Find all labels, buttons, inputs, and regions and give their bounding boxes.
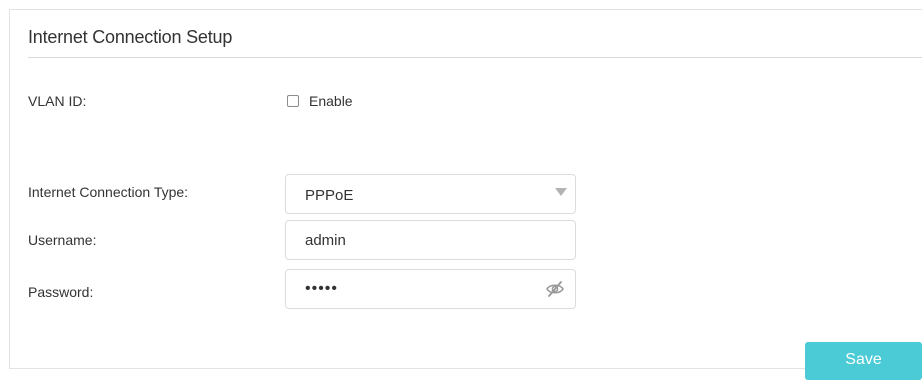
- checkbox-box[interactable]: [287, 95, 299, 107]
- password-value: •••••: [305, 280, 339, 297]
- password-input[interactable]: •••••: [285, 269, 576, 309]
- save-button-label: Save: [845, 351, 882, 368]
- vlan-enable-checkbox[interactable]: Enable: [287, 93, 353, 109]
- connection-type-label: Internet Connection Type:: [28, 184, 189, 200]
- vlan-enable-label[interactable]: Enable: [309, 93, 353, 109]
- save-button[interactable]: Save: [805, 342, 922, 380]
- username-label: Username:: [28, 232, 97, 248]
- eye-off-icon[interactable]: [545, 280, 565, 298]
- section-title: Internet Connection Setup: [28, 27, 233, 47]
- connection-type-value: PPPoE: [305, 187, 354, 204]
- chevron-down-icon[interactable]: [555, 188, 567, 196]
- username-value: admin: [305, 232, 346, 249]
- username-input[interactable]: admin: [285, 220, 576, 260]
- connection-type-select[interactable]: PPPoE: [285, 174, 576, 214]
- section-divider: [28, 57, 922, 58]
- vlan-id-label: VLAN ID:: [28, 93, 87, 109]
- password-label: Password:: [28, 284, 94, 300]
